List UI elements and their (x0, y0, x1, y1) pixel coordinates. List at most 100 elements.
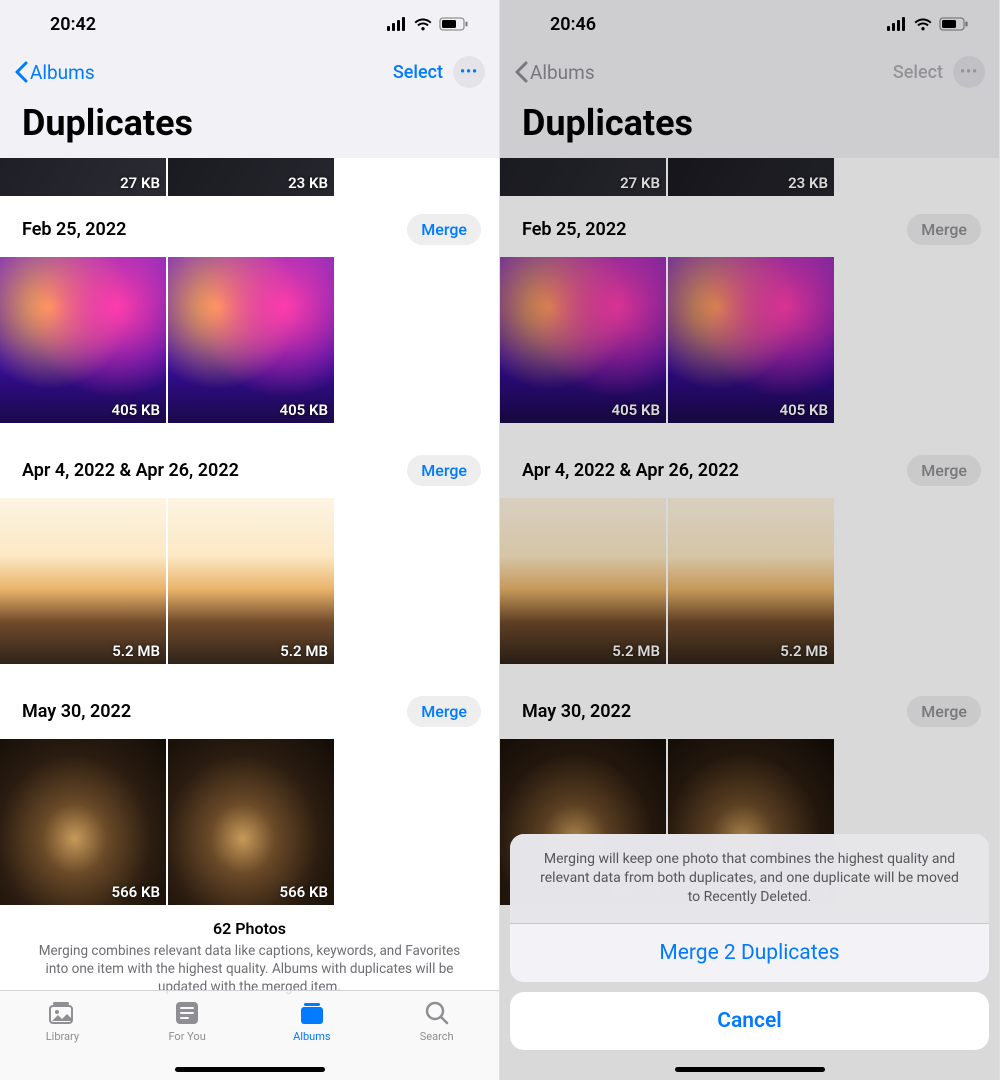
chevron-left-icon (514, 61, 528, 83)
ellipsis-icon: ••• (960, 64, 978, 80)
tab-label: Albums (293, 1030, 330, 1043)
status-bar: 20:46 (500, 0, 999, 48)
back-button[interactable]: Albums (14, 61, 95, 84)
size-badge: 405 KB (612, 401, 660, 419)
thumbnail[interactable]: 405 KB (168, 257, 334, 423)
status-time: 20:46 (550, 14, 596, 35)
thumbnail: 405 KB (668, 257, 834, 423)
size-badge: 405 KB (780, 401, 828, 419)
content: 27 KB 23 KB Feb 25, 2022 Merge 405 KB 40… (500, 158, 999, 905)
thumb-row: 5.2 MB 5.2 MB (500, 498, 999, 664)
size-badge: 23 KB (788, 174, 828, 192)
phone-right: 20:46 Albums Select ••• Duplica (500, 0, 1000, 1080)
status-right (887, 17, 969, 31)
size-badge: 405 KB (280, 401, 328, 419)
size-badge: 566 KB (280, 883, 328, 901)
thumb-row: 405 KB 405 KB (0, 257, 499, 423)
thumbnail: 5.2 MB (500, 498, 666, 664)
tab-label: Search (420, 1030, 454, 1043)
nav-actions: Select ••• (893, 56, 985, 88)
ellipsis-icon: ••• (460, 64, 478, 80)
nav-bar: Albums Select ••• (0, 48, 499, 96)
merge-button: Merge (907, 455, 981, 486)
size-badge: 23 KB (288, 174, 328, 192)
merge-button[interactable]: Merge (407, 214, 481, 245)
albums-icon (297, 999, 327, 1027)
group-date: May 30, 2022 (522, 701, 631, 722)
footer-title: 62 Photos (28, 919, 471, 938)
battery-icon (939, 17, 969, 31)
peek-row: 27 KB 23 KB (500, 158, 999, 196)
sheet-message: Merging will keep one photo that combine… (510, 834, 989, 924)
select-button: Select (893, 62, 943, 83)
size-badge: 5.2 MB (112, 642, 160, 660)
thumbnail[interactable]: 5.2 MB (168, 498, 334, 664)
thumb-row: 5.2 MB 5.2 MB (0, 498, 499, 664)
size-badge: 5.2 MB (612, 642, 660, 660)
tab-label: Library (46, 1030, 79, 1043)
thumbnail[interactable]: 23 KB (168, 158, 334, 196)
thumbnail: 405 KB (500, 257, 666, 423)
merge-button: Merge (907, 214, 981, 245)
group-date: Apr 4, 2022 & Apr 26, 2022 (22, 460, 239, 481)
size-badge: 5.2 MB (780, 642, 828, 660)
group-header: Feb 25, 2022 Merge (500, 196, 999, 257)
group-date: Apr 4, 2022 & Apr 26, 2022 (522, 460, 739, 481)
size-badge: 5.2 MB (280, 642, 328, 660)
tab-foryou[interactable]: For You (147, 999, 227, 1043)
thumbnail[interactable]: 27 KB (0, 158, 166, 196)
merge-button[interactable]: Merge (407, 455, 481, 486)
thumbnail[interactable]: 566 KB (168, 739, 334, 905)
thumb-row: 405 KB 405 KB (500, 257, 999, 423)
battery-icon (439, 17, 469, 31)
home-indicator[interactable] (175, 1067, 325, 1072)
page-title: Duplicates (0, 96, 499, 158)
group-header: May 30, 2022 Merge (500, 678, 999, 739)
content[interactable]: 27 KB 23 KB Feb 25, 2022 Merge 405 KB 40… (0, 158, 499, 1007)
status-right (387, 17, 469, 31)
group-date: Feb 25, 2022 (522, 219, 626, 240)
thumb-row: 566 KB 566 KB (0, 739, 499, 905)
merge-button: Merge (907, 696, 981, 727)
tab-library[interactable]: Library (22, 999, 102, 1043)
size-badge: 566 KB (112, 883, 160, 901)
tab-albums[interactable]: Albums (272, 999, 352, 1043)
page-title: Duplicates (500, 96, 999, 158)
status-time: 20:42 (50, 14, 96, 35)
tab-search[interactable]: Search (397, 999, 477, 1043)
group-header: Feb 25, 2022 Merge (0, 196, 499, 257)
cell-signal-icon (387, 17, 407, 31)
more-button: ••• (953, 56, 985, 88)
group-date: May 30, 2022 (22, 701, 131, 722)
thumbnail[interactable]: 566 KB (0, 739, 166, 905)
group-header: Apr 4, 2022 & Apr 26, 2022 Merge (500, 437, 999, 498)
size-badge: 27 KB (620, 174, 660, 192)
select-button[interactable]: Select (393, 62, 443, 83)
back-button: Albums (514, 61, 595, 84)
cancel-button[interactable]: Cancel (510, 992, 989, 1050)
group-header: Apr 4, 2022 & Apr 26, 2022 Merge (0, 437, 499, 498)
wifi-icon (913, 17, 933, 31)
thumbnail: 23 KB (668, 158, 834, 196)
search-icon (422, 999, 452, 1027)
size-badge: 405 KB (112, 401, 160, 419)
nav-actions: Select ••• (393, 56, 485, 88)
merge-duplicates-button[interactable]: Merge 2 Duplicates (510, 924, 989, 982)
sheet-card: Merging will keep one photo that combine… (510, 834, 989, 982)
size-badge: 27 KB (120, 174, 160, 192)
thumbnail[interactable]: 405 KB (0, 257, 166, 423)
group-date: Feb 25, 2022 (22, 219, 126, 240)
merge-button[interactable]: Merge (407, 696, 481, 727)
footer-desc: Merging combines relevant data like capt… (28, 942, 471, 997)
back-label: Albums (530, 61, 595, 84)
home-indicator[interactable] (675, 1067, 825, 1072)
more-button[interactable]: ••• (453, 56, 485, 88)
nav-bar: Albums Select ••• (500, 48, 999, 96)
chevron-left-icon (14, 61, 28, 83)
library-icon (47, 999, 77, 1027)
wifi-icon (413, 17, 433, 31)
action-sheet: Merging will keep one photo that combine… (510, 834, 989, 1050)
thumbnail[interactable]: 5.2 MB (0, 498, 166, 664)
cell-signal-icon (887, 17, 907, 31)
peek-row: 27 KB 23 KB (0, 158, 499, 196)
